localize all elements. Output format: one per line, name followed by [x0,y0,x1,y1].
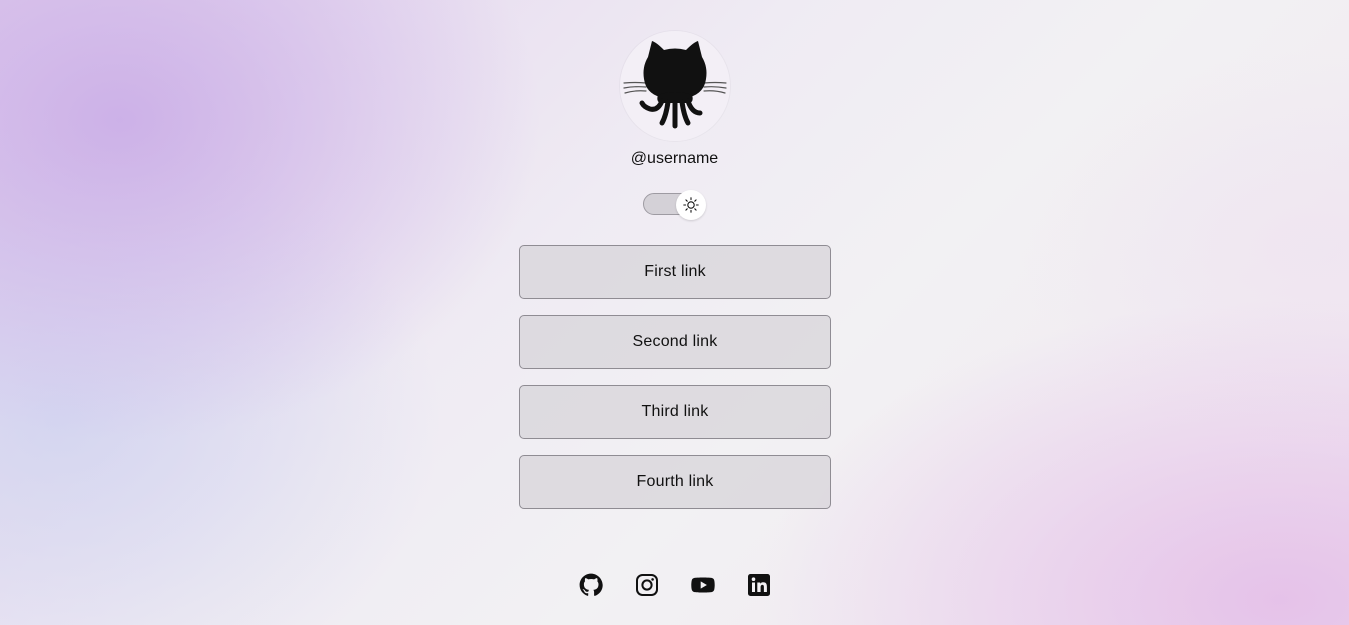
linktree-page: @username First link Second link Third l… [0,0,1349,625]
link-button-third[interactable]: Third link [519,385,831,439]
username: @username [630,150,719,167]
link-list: First link Second link Third link Fourth… [519,245,831,525]
link-button-first[interactable]: First link [519,245,831,299]
instagram-icon[interactable] [635,573,659,597]
avatar [620,31,730,141]
github-octocat-icon [623,41,727,129]
linkedin-icon[interactable] [747,573,771,597]
link-button-fourth[interactable]: Fourth link [519,455,831,509]
youtube-icon[interactable] [691,573,715,597]
link-button-second[interactable]: Second link [519,315,831,369]
social-links [579,573,771,597]
github-icon[interactable] [579,573,603,597]
theme-toggle-knob[interactable] [676,190,706,220]
sun-icon [683,197,699,213]
